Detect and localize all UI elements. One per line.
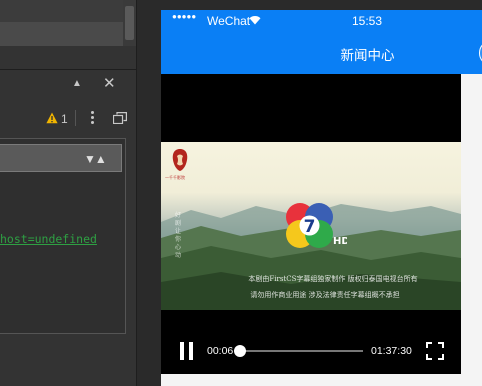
carrier-name: WeChat <box>207 14 251 28</box>
video-player[interactable]: 一千千影院 好剧 让你心动 7 HD 本剧由FirstCS字幕组独家制作 版权归… <box>161 74 461 374</box>
more-options-icon[interactable] <box>90 109 94 127</box>
collapse-up-icon[interactable]: ▲ <box>72 78 82 89</box>
fullscreen-icon[interactable] <box>426 342 444 360</box>
corner-logo-text: 一千千影院 <box>165 175 185 180</box>
drawer-header <box>0 70 136 106</box>
svg-text:HD: HD <box>333 236 347 247</box>
video-controls: 00:06 01:37:30 <box>161 336 461 366</box>
sort-arrows-icon[interactable]: ▼▲ <box>84 152 107 166</box>
simulator-top-edge <box>137 0 482 10</box>
wifi-icon <box>249 16 261 25</box>
screen: ▲ ✕ 1 ▼▲ host=undefined ●●●●● WeChat 15:… <box>0 0 482 386</box>
total-time: 01:37:30 <box>371 345 412 357</box>
devtools-scrollbar-thumb[interactable] <box>125 6 134 40</box>
undock-icon[interactable] <box>113 112 127 124</box>
warning-icon[interactable] <box>46 112 58 124</box>
devtools-panel: ▲ ✕ 1 ▼▲ host=undefined <box>0 0 136 386</box>
channel-7-hd-logo: 7 HD <box>286 203 347 248</box>
nav-bar: 新闻中心 <box>161 32 482 74</box>
status-time: 15:53 <box>352 14 383 28</box>
svg-text:7: 7 <box>304 217 316 237</box>
video-frame[interactable]: 一千千影院 好剧 让你心动 7 HD 本剧由FirstCS字幕组独家制作 版权归… <box>161 142 461 310</box>
side-watermark-text: 好剧 让你心动 <box>175 212 182 259</box>
console-log-line[interactable]: host=undefined <box>0 232 97 246</box>
progress-handle[interactable] <box>234 345 246 357</box>
close-icon[interactable]: ✕ <box>103 76 116 91</box>
current-time: 00:06 <box>207 345 234 357</box>
channel-seal-icon <box>172 149 188 171</box>
simulator-gutter <box>137 0 161 386</box>
progress-bar[interactable] <box>234 345 363 357</box>
pause-icon[interactable] <box>179 342 195 360</box>
phone-screen: ●●●●● WeChat 15:53 新闻中心 一千千影院 好剧 让你心动 7 … <box>161 10 482 386</box>
page-title: 新闻中心 <box>340 48 395 63</box>
devtools-highlighted-row[interactable] <box>0 22 136 46</box>
video-subtitle-line-1: 本剧由FirstCS字幕组独家制作 版权归泰国电视台所有 <box>248 275 418 283</box>
signal-strength-icon: ●●●●● <box>172 12 197 21</box>
warning-count[interactable]: 1 <box>61 112 68 126</box>
video-subtitle-line-2: 请勿用作商业用途 涉及法律责任字幕组概不承担 <box>250 291 400 299</box>
devtools-top-bar <box>0 0 136 22</box>
toolbar-divider <box>75 110 76 126</box>
status-bar: ●●●●● WeChat 15:53 <box>161 10 482 32</box>
